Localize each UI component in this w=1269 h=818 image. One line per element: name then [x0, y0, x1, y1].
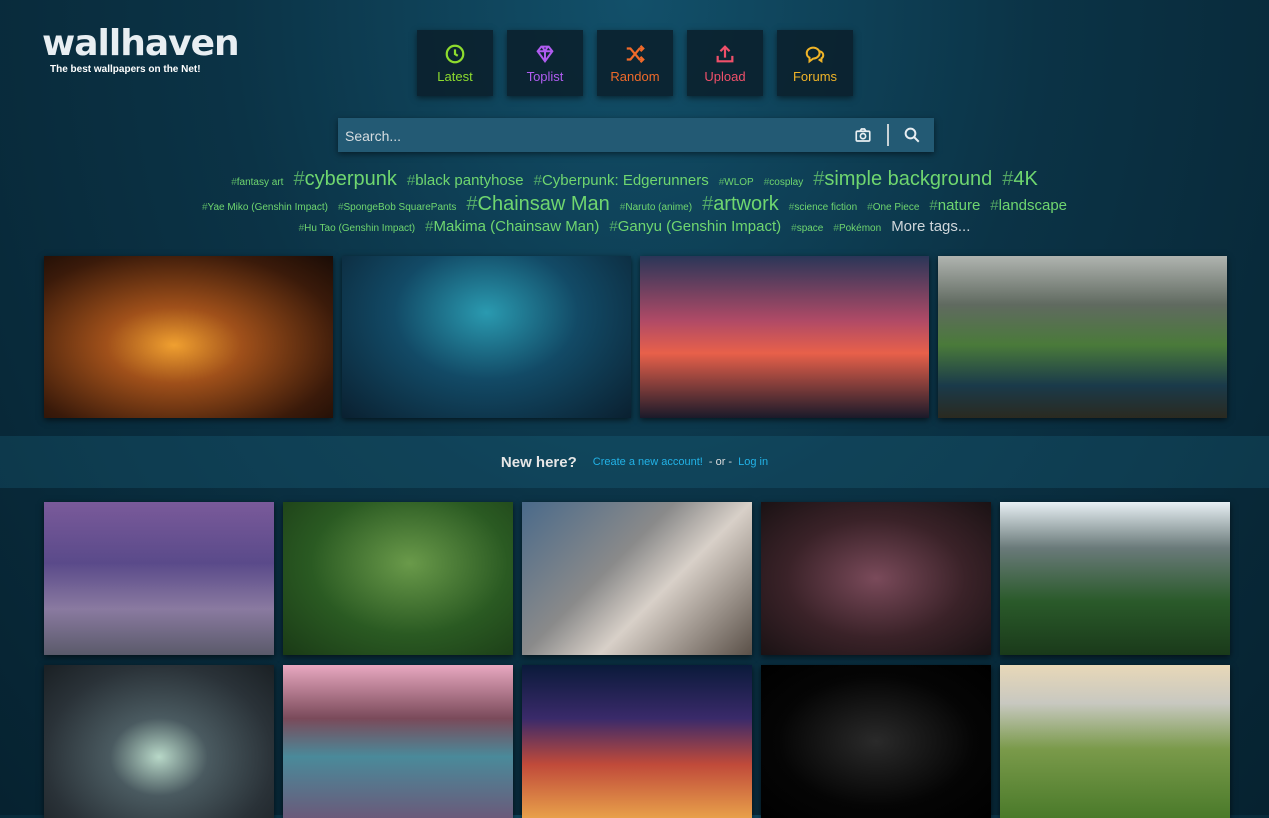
tag-space[interactable]: #space	[791, 223, 823, 234]
featured-wallpaper[interactable]	[938, 256, 1227, 418]
tag-simple-background[interactable]: #simple background	[813, 168, 992, 191]
wallpaper-thumbnail[interactable]	[522, 502, 752, 655]
featured-wallpaper[interactable]	[342, 256, 631, 418]
nav-upload-button[interactable]: Upload	[687, 30, 763, 96]
search-bar	[338, 118, 934, 154]
more-tags-link[interactable]: More tags...	[891, 218, 970, 235]
tag-black-pantyhose[interactable]: #black pantyhose	[407, 172, 524, 189]
wallpaper-thumbnail[interactable]	[1000, 665, 1230, 818]
logo-text: wallhaven	[42, 23, 240, 64]
main-nav: Latest Toplist Random Upload Forums	[417, 30, 853, 96]
chat-icon	[805, 46, 825, 63]
wallpaper-thumbnail[interactable]	[283, 502, 513, 655]
featured-wallpaper[interactable]	[640, 256, 929, 418]
logo[interactable]: wallhaven The best wallpapers on the Net…	[42, 23, 240, 76]
wallpaper-thumbnail[interactable]	[283, 665, 513, 818]
wallpaper-thumbnail[interactable]	[1000, 502, 1230, 655]
tag-yae-miko[interactable]: #Yae Miko (Genshin Impact)	[202, 202, 328, 213]
search-input[interactable]	[338, 118, 847, 154]
camera-icon[interactable]	[854, 126, 872, 144]
wallpaper-thumbnail[interactable]	[761, 502, 991, 655]
featured-wallpaper[interactable]	[44, 256, 333, 418]
search-icon[interactable]	[903, 126, 921, 144]
tag-fantasy-art[interactable]: #fantasy art	[231, 177, 283, 188]
wallpaper-thumbnail[interactable]	[761, 665, 991, 818]
popular-tags: #fantasy art #cyberpunk #black pantyhose…	[0, 168, 1269, 235]
wallpaper-grid	[44, 502, 1230, 818]
nav-forums-button[interactable]: Forums	[777, 30, 853, 96]
wallpaper-thumbnail[interactable]	[44, 665, 274, 818]
nav-toplist-button[interactable]: Toplist	[507, 30, 583, 96]
nav-random-button[interactable]: Random	[597, 30, 673, 96]
tags-row-3: #Hu Tao (Genshin Impact) #Makima (Chains…	[0, 218, 1269, 235]
or-separator: - or -	[708, 456, 733, 468]
nav-toplist-label: Toplist	[526, 68, 564, 84]
upload-icon	[716, 44, 734, 62]
nav-forums-label: Forums	[792, 68, 838, 84]
new-here-text: New here?	[500, 453, 577, 471]
tag-one-piece[interactable]: #One Piece	[867, 202, 919, 213]
tag-cyberpunk-edgerunners[interactable]: #Cyberpunk: Edgerunners	[534, 172, 709, 189]
tag-spongebob[interactable]: #SpongeBob SquarePants	[338, 202, 456, 213]
tag-wlop[interactable]: #WLOP	[719, 177, 754, 188]
nav-latest-label: Latest	[437, 68, 473, 84]
tag-nature[interactable]: #nature	[929, 197, 980, 214]
diamond-icon	[536, 45, 554, 63]
tag-pokemon[interactable]: #Pokémon	[833, 223, 881, 234]
tag-4k[interactable]: #4K	[1002, 168, 1038, 191]
create-account-link[interactable]: Create a new account!	[593, 456, 703, 468]
tag-science-fiction[interactable]: #science fiction	[789, 202, 857, 213]
tag-chainsaw-man[interactable]: #Chainsaw Man	[466, 193, 609, 216]
featured-wallpapers	[44, 256, 1227, 418]
nav-upload-label: Upload	[704, 68, 746, 84]
tag-landscape[interactable]: #landscape	[990, 197, 1067, 214]
tags-row-1: #fantasy art #cyberpunk #black pantyhose…	[0, 168, 1269, 191]
tag-hu-tao[interactable]: #Hu Tao (Genshin Impact)	[299, 223, 416, 234]
logo-tagline: The best wallpapers on the Net!	[50, 64, 201, 75]
tag-naruto[interactable]: #Naruto (anime)	[620, 202, 692, 213]
tag-cyberpunk[interactable]: #cyberpunk	[293, 168, 396, 191]
search-separator	[887, 124, 889, 146]
tags-row-2: #Yae Miko (Genshin Impact) #SpongeBob Sq…	[0, 193, 1269, 216]
nav-latest-button[interactable]: Latest	[417, 30, 493, 96]
tag-cosplay[interactable]: #cosplay	[764, 177, 803, 188]
tag-ganyu[interactable]: #Ganyu (Genshin Impact)	[609, 218, 781, 235]
signup-banner: New here? Create a new account! - or - L…	[0, 436, 1269, 488]
tag-makima[interactable]: #Makima (Chainsaw Man)	[425, 218, 599, 235]
shuffle-icon	[626, 44, 645, 63]
nav-random-label: Random	[610, 68, 660, 84]
login-link[interactable]: Log in	[738, 456, 768, 468]
wallpaper-thumbnail[interactable]	[522, 665, 752, 818]
clock-icon	[445, 44, 465, 63]
tag-artwork[interactable]: #artwork	[702, 193, 779, 216]
wallpaper-thumbnail[interactable]	[44, 502, 274, 655]
